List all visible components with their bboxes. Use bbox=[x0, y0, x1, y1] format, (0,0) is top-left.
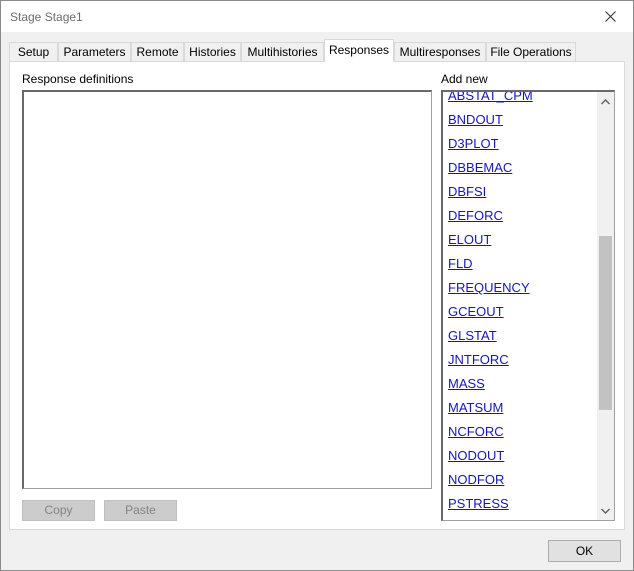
close-button[interactable] bbox=[587, 1, 633, 32]
response-type-link[interactable]: JNTFORC bbox=[448, 351, 598, 375]
title-bar: Stage Stage1 bbox=[1, 1, 633, 32]
tab-histories[interactable]: Histories bbox=[184, 42, 241, 61]
response-type-link[interactable]: NODOUT bbox=[448, 447, 598, 471]
chevron-up-icon bbox=[601, 98, 610, 104]
tab-remote[interactable]: Remote bbox=[131, 42, 184, 61]
response-definitions-list[interactable] bbox=[22, 90, 432, 489]
scrollbar-thumb[interactable] bbox=[599, 236, 612, 410]
tab-responses[interactable]: Responses bbox=[324, 39, 394, 62]
response-type-link[interactable]: DBBEMAC bbox=[448, 159, 598, 183]
chevron-down-icon bbox=[601, 508, 610, 514]
tab-setup[interactable]: Setup bbox=[9, 42, 58, 61]
tab-bar: Setup Parameters Remote Histories Multih… bbox=[9, 39, 627, 62]
vertical-scrollbar[interactable] bbox=[597, 92, 614, 520]
response-type-link[interactable]: DEFORC bbox=[448, 207, 598, 231]
ok-button[interactable]: OK bbox=[548, 540, 621, 562]
responses-panel: Response definitions Add new Copy Paste … bbox=[9, 61, 625, 530]
response-type-link[interactable]: BNDOUT bbox=[448, 111, 598, 135]
scroll-down-button[interactable] bbox=[597, 502, 614, 519]
tab-multihistories[interactable]: Multihistories bbox=[241, 42, 324, 61]
response-type-link[interactable]: DBFSI bbox=[448, 183, 598, 207]
tab-file-operations[interactable]: File Operations bbox=[486, 42, 576, 61]
tab-multiresponses[interactable]: Multiresponses bbox=[394, 42, 486, 61]
add-new-list[interactable]: ABSTAT_CPM BNDOUT D3PLOT DBBEMAC DBFSI DEFORC… bbox=[441, 90, 615, 521]
window-title: Stage Stage1 bbox=[10, 10, 83, 24]
response-type-link[interactable]: ELOUT bbox=[448, 231, 598, 255]
response-type-link[interactable]: FLD bbox=[448, 255, 598, 279]
add-new-items: ABSTAT_CPM BNDOUT D3PLOT DBBEMAC DBFSI DEFORC… bbox=[448, 92, 598, 519]
response-type-link[interactable]: GCEOUT bbox=[448, 303, 598, 327]
response-type-link[interactable]: FREQUENCY bbox=[448, 279, 598, 303]
response-type-link[interactable]: D3PLOT bbox=[448, 135, 598, 159]
response-type-link[interactable]: NCFORC bbox=[448, 423, 598, 447]
response-type-link[interactable]: NODFOR bbox=[448, 471, 598, 495]
response-type-link[interactable]: ABSTAT_CPM bbox=[448, 92, 598, 111]
add-new-label: Add new bbox=[441, 72, 488, 86]
dialog-window: Stage Stage1 Setup Parameters Remote His… bbox=[0, 0, 634, 571]
response-type-link[interactable]: MASS bbox=[448, 375, 598, 399]
scroll-up-button[interactable] bbox=[597, 93, 614, 110]
response-type-link[interactable]: MATSUM bbox=[448, 399, 598, 423]
copy-button[interactable]: Copy bbox=[22, 500, 95, 521]
response-type-link[interactable]: PSTRESS bbox=[448, 495, 598, 519]
paste-button[interactable]: Paste bbox=[104, 500, 177, 521]
close-icon bbox=[604, 11, 616, 22]
response-type-link[interactable]: GLSTAT bbox=[448, 327, 598, 351]
response-definitions-label: Response definitions bbox=[22, 72, 134, 86]
tab-parameters[interactable]: Parameters bbox=[58, 42, 131, 61]
